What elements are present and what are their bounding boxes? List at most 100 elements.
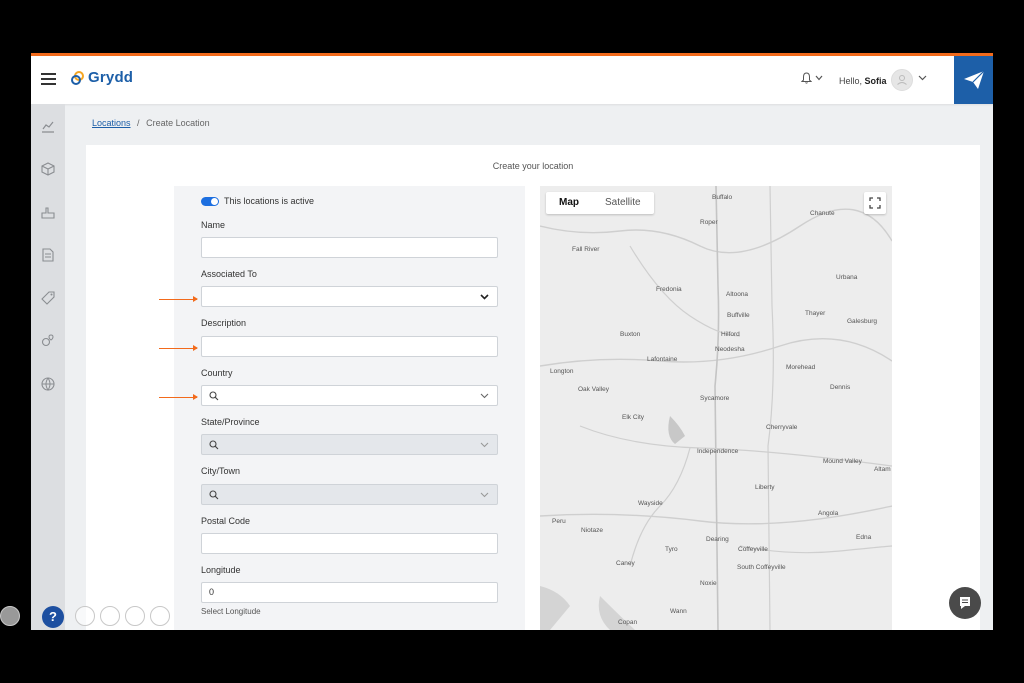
factory-icon [41, 207, 55, 219]
map-town-label: Copan [618, 619, 638, 626]
chat-button[interactable] [949, 587, 981, 619]
brand-name: Grydd [88, 69, 134, 86]
paper-plane-icon [963, 70, 984, 89]
chevron-down-icon [480, 294, 489, 300]
postal-code-input[interactable] [201, 533, 498, 554]
map-town-label: Dearing [706, 536, 729, 543]
toolbar-print-button[interactable] [125, 606, 145, 626]
chevron-down-icon [480, 492, 489, 498]
greeting-prefix: Hello, [839, 76, 865, 86]
map-town-label: Sycamore [700, 395, 730, 402]
tab-satellite[interactable]: Satellite [592, 192, 654, 214]
map-town-label: Buffalo [712, 194, 733, 201]
globe-icon [41, 377, 55, 391]
map-town-label: Independence [697, 448, 739, 455]
send-button[interactable] [954, 56, 993, 104]
longitude-hint: Select Longitude [201, 607, 261, 616]
sidebar-item-dashboard[interactable] [40, 118, 56, 134]
country-label: Country [201, 368, 233, 378]
sidebar-item-tags[interactable] [40, 290, 56, 306]
description-input[interactable] [201, 336, 498, 357]
search-icon [209, 391, 219, 401]
map-town-label: Wann [670, 608, 687, 615]
search-icon [209, 490, 219, 500]
map-town-label: Buffville [727, 312, 750, 319]
menu-icon[interactable] [41, 73, 56, 85]
toolbar-back-button[interactable] [0, 606, 20, 626]
map-town-label: Chanute [810, 210, 835, 217]
user-menu-chevron[interactable] [918, 72, 927, 84]
longitude-input[interactable]: 0 [201, 582, 498, 603]
breadcrumb-locations-link[interactable]: Locations [92, 118, 131, 128]
tab-map[interactable]: Map [546, 192, 592, 214]
map-town-label: Peru [552, 518, 566, 525]
map-type-tabs: Map Satellite [546, 192, 654, 214]
toolbar-more-button[interactable] [150, 606, 170, 626]
fullscreen-icon [869, 197, 881, 209]
notifications-button[interactable] [801, 72, 823, 84]
active-toggle[interactable] [201, 196, 219, 206]
name-label: Name [201, 220, 226, 230]
toolbar-copy-button[interactable] [75, 606, 95, 626]
map-town-label: Fredonia [656, 286, 682, 293]
map-town-label: Caney [616, 560, 635, 567]
map-town-label: Galesburg [847, 318, 877, 325]
toolbar-zoom-button[interactable] [100, 606, 120, 626]
state-select[interactable] [201, 434, 498, 455]
sidebar-item-documents[interactable] [40, 247, 56, 263]
chevron-down-icon [480, 442, 489, 448]
country-select[interactable] [201, 385, 498, 406]
help-button[interactable]: ? [42, 606, 64, 628]
city-label: City/Town [201, 466, 241, 476]
map-town-label: Oak Valley [578, 386, 609, 393]
grydd-logo-icon [71, 70, 84, 85]
map-town-label: Neodesha [715, 346, 745, 353]
map-town-label: Altoona [726, 291, 749, 298]
brand-logo[interactable]: Grydd [71, 69, 133, 86]
map-town-label: Hilford [721, 331, 740, 338]
city-select[interactable] [201, 484, 498, 505]
tag-icon [41, 291, 55, 305]
chevron-down-icon [480, 393, 489, 399]
chat-icon [960, 597, 970, 609]
map-town-label: Wayside [638, 500, 663, 507]
map-town-label: Dennis [830, 384, 851, 391]
description-label: Description [201, 318, 247, 328]
active-toggle-row: This locations is active [201, 196, 314, 206]
sidebar-item-global[interactable] [40, 376, 56, 392]
sidebar-item-locations[interactable] [40, 333, 56, 349]
map-town-label: Mound Valley [823, 458, 862, 465]
associated-to-label: Associated To [201, 269, 257, 279]
avatar[interactable] [891, 69, 913, 91]
location-form: This locations is active Name Associated… [174, 186, 525, 630]
map-town-label: Liberty [755, 484, 775, 491]
sidebar-item-warehouse[interactable] [40, 204, 56, 220]
breadcrumb: Locations / Create Location [92, 118, 210, 128]
user-icon [897, 75, 907, 85]
breadcrumb-separator: / [137, 118, 140, 128]
map-town-label: Thayer [805, 310, 826, 317]
map-town-label: Buxton [620, 331, 641, 338]
name-input[interactable] [201, 237, 498, 258]
associated-to-select[interactable] [201, 286, 498, 307]
map-view[interactable]: Map Satellite Buffalo Chanute Roper Fall Ri… [540, 186, 892, 630]
map-town-label: Lafontaine [647, 356, 678, 363]
active-toggle-label: This locations is active [224, 196, 315, 206]
breadcrumb-current: Create Location [146, 118, 210, 128]
map-town-label: Cherryvale [766, 424, 798, 431]
sidebar-item-products[interactable] [40, 161, 56, 177]
user-name: Sofia [864, 76, 887, 86]
box-icon [41, 162, 55, 176]
map-town-label: Noxie [700, 580, 717, 587]
map-town-label: Altam [874, 466, 891, 473]
postal-code-label: Postal Code [201, 516, 251, 526]
map-town-label: Coffeyville [738, 546, 768, 553]
map-town-label: Urbana [836, 274, 858, 281]
map-town-label: Longton [550, 368, 574, 375]
map-town-label: Fall River [572, 246, 600, 253]
state-label: State/Province [201, 417, 260, 427]
map-town-label: Morehead [786, 364, 816, 371]
map-town-label: Elk City [622, 414, 645, 421]
fullscreen-button[interactable] [864, 192, 886, 214]
chevron-down-icon [815, 75, 823, 81]
